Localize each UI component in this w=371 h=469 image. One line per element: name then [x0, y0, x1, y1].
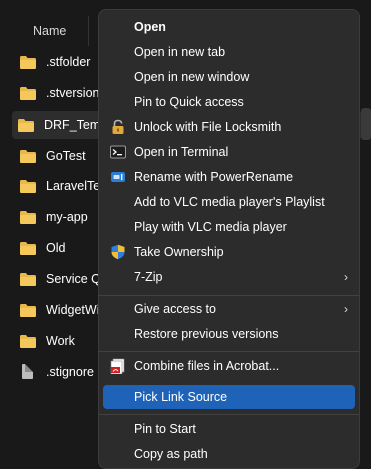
menu-item-pin-to-start[interactable]: Pin to Start — [103, 417, 355, 441]
menu-item-label: Take Ownership — [134, 245, 224, 259]
file-name: GoTest — [46, 149, 86, 163]
menu-item-open-terminal[interactable]: Open in Terminal — [103, 140, 355, 164]
folder-icon — [20, 333, 38, 349]
menu-item-take-ownership[interactable]: Take Ownership — [103, 240, 355, 264]
column-divider[interactable] — [88, 16, 89, 46]
chevron-right-icon: › — [344, 302, 348, 316]
menu-item-7zip[interactable]: 7-Zip › — [103, 265, 355, 289]
menu-item-copy-as-path[interactable]: Copy as path — [103, 442, 355, 466]
file-name: .stversions — [46, 86, 106, 100]
menu-item-label: Rename with PowerRename — [134, 170, 294, 184]
menu-item-label: Open in new tab — [134, 45, 226, 59]
menu-item-label: 7-Zip — [134, 270, 163, 284]
file-row-stfolder[interactable]: .stfolder — [14, 48, 104, 76]
menu-item-vlc-add-playlist[interactable]: Add to VLC media player's Playlist — [103, 190, 355, 214]
menu-item-label: Pick Link Source — [134, 390, 228, 404]
chevron-right-icon: › — [344, 270, 348, 284]
menu-item-open-new-tab[interactable]: Open in new tab — [103, 40, 355, 64]
menu-item-restore-versions[interactable]: Restore previous versions — [103, 322, 355, 346]
menu-item-open[interactable]: Open — [103, 15, 355, 39]
file-row-gotest[interactable]: GoTest — [14, 142, 104, 170]
file-icon — [20, 364, 38, 380]
folder-icon — [20, 302, 38, 318]
menu-separator — [99, 295, 359, 296]
menu-item-open-new-window[interactable]: Open in new window — [103, 65, 355, 89]
menu-item-label: Play with VLC media player — [134, 220, 287, 234]
file-name: .stignore — [46, 365, 94, 379]
menu-item-combine-acrobat[interactable]: Combine files in Acrobat... — [103, 354, 355, 378]
powerrename-icon — [111, 172, 125, 182]
menu-item-pick-link-source[interactable]: Pick Link Source — [103, 385, 355, 409]
folder-icon — [20, 271, 38, 287]
file-row-old[interactable]: Old — [14, 234, 104, 262]
file-row-work[interactable]: Work — [14, 327, 104, 355]
lock-icon — [112, 119, 124, 134]
shield-icon — [111, 244, 125, 260]
terminal-icon — [110, 145, 126, 159]
name-column-header[interactable]: Name — [33, 24, 66, 38]
file-row-widgetwin[interactable]: WidgetWin — [14, 296, 106, 324]
file-row-stignore[interactable]: .stignore — [14, 358, 104, 386]
menu-item-label: Open in Terminal — [134, 145, 229, 159]
menu-item-label: Pin to Quick access — [134, 95, 244, 109]
menu-item-label: Copy as path — [134, 447, 208, 461]
menu-item-label: Pin to Start — [134, 422, 196, 436]
file-name: Old — [46, 241, 66, 255]
menu-item-label: Unlock with File Locksmith — [134, 120, 282, 134]
scrollbar-thumb[interactable] — [361, 108, 371, 140]
menu-item-label: Restore previous versions — [134, 327, 279, 341]
folder-icon — [20, 240, 38, 256]
file-name: my-app — [46, 210, 88, 224]
menu-separator — [99, 414, 359, 415]
folder-icon — [20, 178, 38, 194]
file-row-my-app[interactable]: my-app — [14, 203, 104, 231]
menu-item-pin-quick-access[interactable]: Pin to Quick access — [103, 90, 355, 114]
acrobat-icon — [110, 358, 125, 374]
file-name: Work — [46, 334, 75, 348]
menu-item-vlc-play[interactable]: Play with VLC media player — [103, 215, 355, 239]
menu-item-unlock-file-locksmith[interactable]: Unlock with File Locksmith — [103, 115, 355, 139]
context-menu: Open Open in new tab Open in new window … — [98, 9, 360, 469]
menu-item-label: Open — [134, 20, 166, 34]
folder-icon — [20, 85, 38, 101]
folder-icon — [20, 148, 38, 164]
menu-item-give-access[interactable]: Give access to › — [103, 297, 355, 321]
file-row-service-qu[interactable]: Service Qu — [14, 265, 108, 293]
menu-item-label: Open in new window — [134, 70, 250, 84]
folder-icon — [20, 209, 38, 225]
folder-icon — [20, 54, 38, 70]
menu-item-label: Give access to — [134, 302, 216, 316]
menu-item-powerrename[interactable]: Rename with PowerRename — [103, 165, 355, 189]
menu-item-label: Add to VLC media player's Playlist — [134, 195, 325, 209]
file-row-laraveltest[interactable]: LaravelTest — [14, 172, 110, 200]
file-name: .stfolder — [46, 55, 91, 69]
menu-separator — [99, 351, 359, 352]
menu-item-label: Combine files in Acrobat... — [134, 359, 280, 373]
folder-icon — [18, 117, 36, 133]
file-row-stversions[interactable]: .stversions — [14, 79, 106, 107]
